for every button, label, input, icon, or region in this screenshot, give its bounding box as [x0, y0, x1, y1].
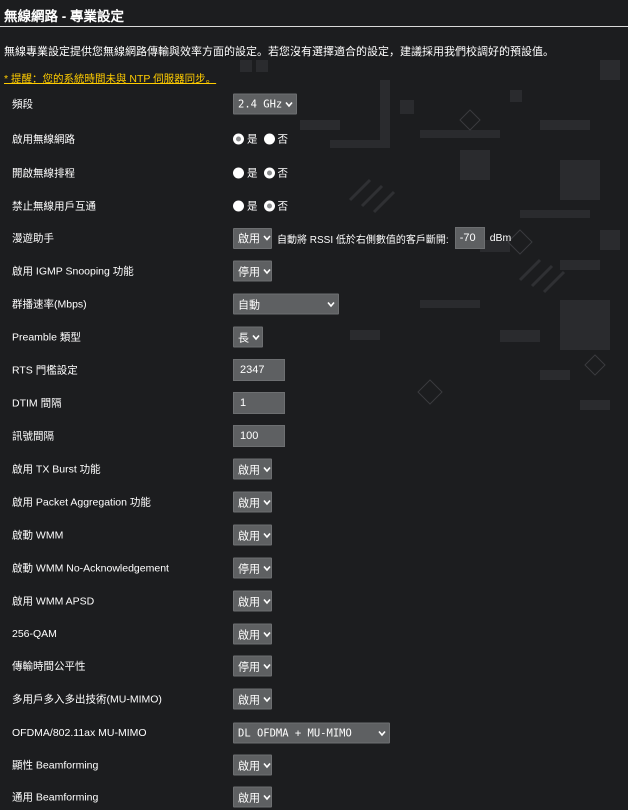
- beacon-input[interactable]: 100: [233, 425, 285, 447]
- qam256-select[interactable]: 啟用: [233, 623, 272, 645]
- chevron-down-icon: [263, 631, 271, 637]
- rts-input[interactable]: 2347: [233, 359, 285, 381]
- row-packet-aggregation: 啟用 Packet Aggregation 功能 啟用: [0, 489, 628, 515]
- universal-bf-select[interactable]: 啟用: [233, 786, 272, 808]
- page-title: 無線網路 - 專業設定: [4, 9, 124, 24]
- tx-burst-select[interactable]: 啟用: [233, 458, 272, 480]
- qam256-label: 256-QAM: [12, 628, 57, 640]
- chevron-down-icon: [252, 334, 260, 340]
- row-256-qam: 256-QAM 啟用: [0, 621, 628, 647]
- chevron-down-icon: [263, 268, 271, 274]
- wireless-schedule-label: 開啟無線排程: [12, 167, 75, 180]
- row-airtime-fairness: 傳輸時間公平性 停用: [0, 653, 628, 679]
- row-wmm-noack: 啟動 WMM No-Acknowledgement 停用: [0, 555, 628, 581]
- radio-unselected-icon: [263, 133, 275, 145]
- row-roaming-assistant: 漫遊助手 啟用 自動將 RSSI 低於右側數值的客戶斷開: -70 dBm: [0, 225, 628, 251]
- radio-selected-icon: [263, 200, 275, 212]
- chevron-down-icon: [263, 762, 271, 768]
- chevron-down-icon: [285, 101, 293, 107]
- ofdma-label: OFDMA/802.11ax MU-MIMO: [12, 727, 147, 739]
- airtime-select[interactable]: 停用: [233, 655, 272, 677]
- rssi-unit: dBm: [489, 232, 512, 244]
- chevron-down-icon: [263, 696, 271, 702]
- mumimo-select[interactable]: 啟用: [233, 688, 272, 710]
- dtim-input[interactable]: 1: [233, 392, 285, 414]
- mumimo-label: 多用戶多入多出技術(MU-MIMO): [12, 693, 162, 706]
- enable-radio-label: 啟用無線網路: [12, 133, 75, 146]
- row-band: 頻段 2.4 GHz: [0, 91, 628, 117]
- row-universal-beamforming: 通用 Beamforming 啟用: [0, 784, 628, 810]
- row-preamble: Preamble 類型 長: [0, 324, 628, 350]
- band-select[interactable]: 2.4 GHz: [233, 93, 297, 115]
- radio-unselected-icon: [233, 167, 244, 179]
- wmm-apsd-select[interactable]: 啟用: [233, 590, 272, 612]
- row-wmm-apsd: 啟用 WMM APSD 啟用: [0, 588, 628, 614]
- title-divider: [0, 26, 628, 27]
- explicit-bf-label: 顯性 Beamforming: [12, 759, 99, 772]
- row-multicast-rate: 群播速率(Mbps) 自動: [0, 291, 628, 317]
- chevron-down-icon: [263, 598, 271, 604]
- enable-radio-no[interactable]: 否: [263, 132, 288, 147]
- universal-bf-label: 通用 Beamforming: [12, 791, 99, 804]
- row-wireless-schedule: 開啟無線排程 是 否: [0, 160, 628, 186]
- ntp-notice-link[interactable]: * 提醒：您的系統時間未與 NTP 伺服器同步。: [4, 71, 216, 86]
- enable-radio-yes[interactable]: 是: [233, 132, 258, 147]
- row-beacon-interval: 訊號間隔 100: [0, 423, 628, 449]
- roaming-label: 漫遊助手: [12, 232, 54, 245]
- wmm-label: 啟動 WMM: [12, 529, 64, 542]
- airtime-label: 傳輸時間公平性: [12, 660, 86, 673]
- wmm-select[interactable]: 啟用: [233, 524, 272, 546]
- row-wmm: 啟動 WMM 啟用: [0, 522, 628, 548]
- chevron-down-icon: [263, 794, 271, 800]
- radio-selected-icon: [233, 133, 244, 145]
- multicast-rate-label: 群播速率(Mbps): [12, 298, 87, 311]
- roaming-select[interactable]: 啟用: [233, 227, 272, 249]
- explicit-bf-select[interactable]: 啟用: [233, 754, 272, 776]
- row-enable-radio: 啟用無線網路 是 否: [0, 126, 628, 152]
- rts-label: RTS 門檻設定: [12, 364, 78, 377]
- radio-unselected-icon: [233, 200, 244, 212]
- chevron-down-icon: [263, 532, 271, 538]
- multicast-rate-select[interactable]: 自動: [233, 293, 339, 315]
- wmm-noack-label: 啟動 WMM No-Acknowledgement: [12, 562, 169, 575]
- row-rts-threshold: RTS 門檻設定 2347: [0, 357, 628, 383]
- packet-agg-select[interactable]: 啟用: [233, 491, 272, 513]
- row-dtim: DTIM 間隔 1: [0, 390, 628, 416]
- row-ofdma: OFDMA/802.11ax MU-MIMO DL OFDMA + MU-MIM…: [0, 720, 628, 746]
- packet-agg-label: 啟用 Packet Aggregation 功能: [12, 496, 151, 509]
- band-label: 頻段: [12, 98, 33, 111]
- ap-isolation-yes[interactable]: 是: [233, 199, 258, 214]
- chevron-down-icon: [263, 499, 271, 505]
- row-mu-mimo: 多用戶多入多出技術(MU-MIMO) 啟用: [0, 686, 628, 712]
- row-tx-burst: 啟用 TX Burst 功能 啟用: [0, 456, 628, 482]
- row-ap-isolation: 禁止無線用戶互通 是 否: [0, 193, 628, 219]
- wireless-schedule-no[interactable]: 否: [263, 166, 288, 181]
- wmm-noack-select[interactable]: 停用: [233, 557, 272, 579]
- beacon-label: 訊號間隔: [12, 430, 54, 443]
- row-igmp-snooping: 啟用 IGMP Snooping 功能 停用: [0, 258, 628, 284]
- wmm-apsd-label: 啟用 WMM APSD: [12, 595, 95, 608]
- ap-isolation-no[interactable]: 否: [263, 199, 288, 214]
- tx-burst-label: 啟用 TX Burst 功能: [12, 463, 101, 476]
- roaming-hint: 自動將 RSSI 低於右側數值的客戶斷開:: [277, 234, 449, 246]
- igmp-label: 啟用 IGMP Snooping 功能: [12, 265, 134, 278]
- chevron-down-icon: [263, 663, 271, 669]
- preamble-label: Preamble 類型: [12, 331, 81, 344]
- chevron-down-icon: [263, 466, 271, 472]
- preamble-select[interactable]: 長: [233, 326, 263, 348]
- chevron-down-icon: [378, 730, 386, 736]
- chevron-down-icon: [263, 235, 271, 241]
- radio-selected-icon: [263, 167, 275, 179]
- dtim-label: DTIM 間隔: [12, 397, 62, 410]
- wireless-schedule-yes[interactable]: 是: [233, 166, 258, 181]
- row-explicit-beamforming: 顯性 Beamforming 啟用: [0, 752, 628, 778]
- rssi-input[interactable]: -70: [454, 227, 485, 249]
- igmp-select[interactable]: 停用: [233, 260, 272, 282]
- chevron-down-icon: [263, 565, 271, 571]
- ap-isolation-label: 禁止無線用戶互通: [12, 200, 96, 213]
- chevron-down-icon: [327, 301, 335, 307]
- ofdma-select[interactable]: DL OFDMA + MU-MIMO: [233, 722, 390, 744]
- page-description: 無線專業設定提供您無線網路傳輸與效率方面的設定。若您沒有選擇適合的設定，建議採用…: [4, 46, 554, 58]
